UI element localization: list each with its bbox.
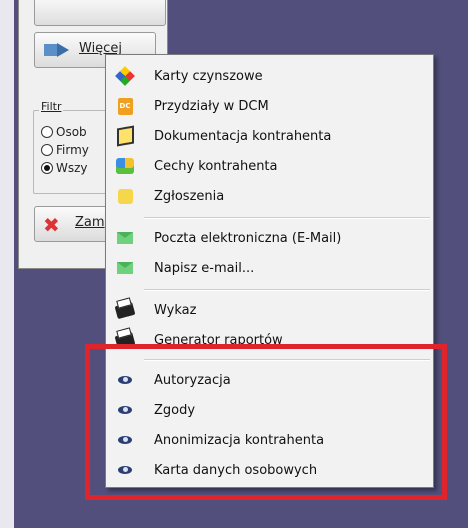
background-window-edge	[0, 0, 14, 528]
filter-option-label: Firmy	[56, 143, 89, 157]
menu-item-przydzialy-dcm[interactable]: DC Przydziały w DCM	[106, 91, 433, 121]
menu-item-label: Poczta elektroniczna (E-Mail)	[154, 230, 342, 246]
filter-label: Filtr	[39, 100, 64, 113]
menu-item-label: Napisz e-mail...	[154, 260, 255, 276]
menu-item-cechy[interactable]: Cechy kontrahenta	[106, 151, 433, 181]
menu-item-label: Przydziały w DCM	[154, 98, 269, 114]
top-button[interactable]	[34, 0, 166, 26]
menu-item-karty-czynszowe[interactable]: Karty czynszowe	[106, 61, 433, 91]
arrow-icon	[43, 41, 71, 63]
menu-item-dokumentacja[interactable]: Dokumentacja kontrahenta	[106, 121, 433, 151]
close-icon: ✖	[43, 213, 60, 237]
menu-item-zgloszenia[interactable]: Zgłoszenia	[106, 181, 433, 211]
menu-separator	[144, 289, 430, 291]
menu-separator	[144, 217, 430, 219]
dcm-document-icon: DC	[116, 97, 134, 115]
filter-option-osob[interactable]: Osob	[41, 124, 87, 140]
menu-item-label: Zgłoszenia	[154, 188, 225, 204]
radio-button[interactable]	[41, 126, 53, 138]
puzzle-icon	[116, 157, 134, 175]
printer-icon	[114, 301, 136, 319]
note-icon	[116, 187, 134, 205]
box-icon	[116, 125, 134, 147]
filter-option-label: Wszy	[56, 161, 88, 175]
menu-item-napisz-email[interactable]: Napisz e-mail...	[106, 253, 433, 283]
menu-item-label: Cechy kontrahenta	[154, 158, 278, 174]
close-button-label: Zam	[75, 215, 105, 230]
menu-item-poczta[interactable]: Poczta elektroniczna (E-Mail)	[106, 223, 433, 253]
mail-icon	[116, 259, 134, 277]
menu-item-label: Karty czynszowe	[154, 68, 263, 84]
radio-button[interactable]	[41, 144, 53, 156]
multicolor-diamond-icon	[115, 66, 135, 86]
menu-item-label: Dokumentacja kontrahenta	[154, 128, 332, 144]
filter-option-wszy[interactable]: Wszy	[41, 160, 88, 176]
filter-option-firmy[interactable]: Firmy	[41, 142, 89, 158]
menu-item-label: Wykaz	[154, 302, 197, 318]
filter-option-label: Osob	[56, 125, 87, 139]
mail-icon	[116, 229, 134, 247]
highlight-rectangle	[85, 344, 447, 500]
radio-button[interactable]	[41, 162, 53, 174]
menu-item-wykaz[interactable]: Wykaz	[106, 295, 433, 325]
